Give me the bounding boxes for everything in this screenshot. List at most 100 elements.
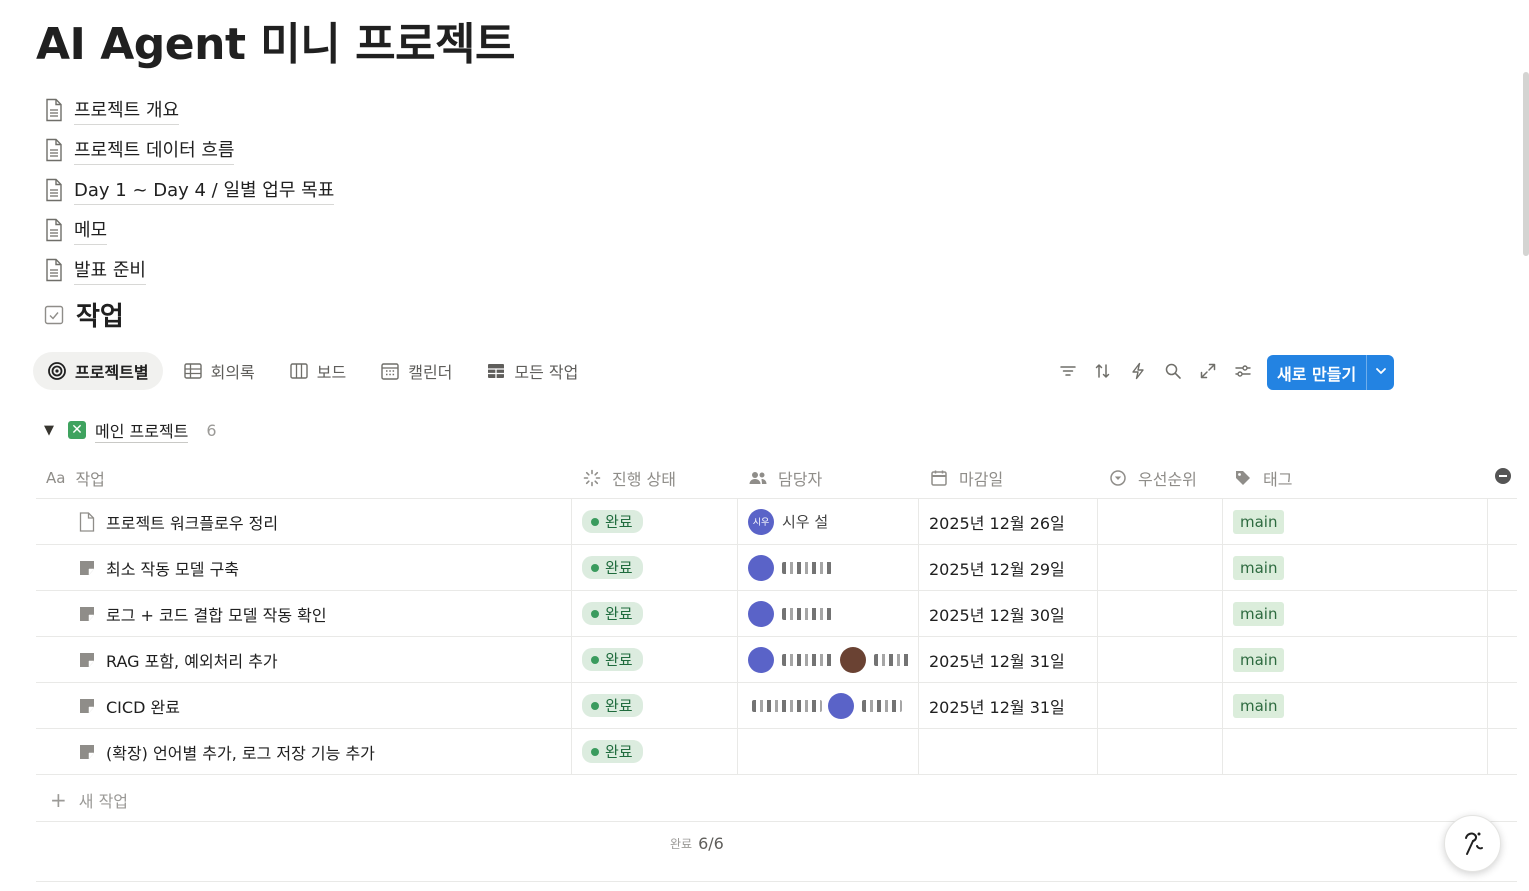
subpage-link[interactable]: 프로젝트 개요 bbox=[44, 90, 334, 130]
tab-minutes[interactable]: 회의록 bbox=[169, 352, 269, 390]
expand-button[interactable] bbox=[1190, 356, 1225, 390]
status-cell[interactable]: 완료 bbox=[572, 591, 738, 636]
task-cell[interactable]: 프로젝트 워크플로우 정리 bbox=[36, 499, 572, 544]
status-badge: 완료 bbox=[582, 648, 643, 671]
assignee-name-redacted bbox=[874, 653, 912, 666]
column-status[interactable]: 진행 상태 bbox=[572, 458, 738, 498]
status-cell[interactable]: 완료 bbox=[572, 683, 738, 728]
help-button[interactable] bbox=[1444, 815, 1501, 872]
due-date-cell[interactable]: 2025년 12월 31일 bbox=[919, 683, 1098, 728]
assignee-cell[interactable] bbox=[738, 545, 919, 590]
status-summary[interactable]: 완료 6/6 bbox=[670, 834, 724, 853]
assignee-cell[interactable]: 시우 시우 설 bbox=[738, 499, 919, 544]
task-cell[interactable]: 최소 작동 모델 구축 bbox=[36, 545, 572, 590]
note-icon bbox=[78, 558, 96, 578]
search-icon bbox=[1164, 362, 1182, 384]
tag-cell[interactable]: main bbox=[1223, 683, 1488, 728]
avatar: 시우 bbox=[748, 508, 774, 535]
assignee-name-redacted bbox=[752, 699, 822, 712]
table-row[interactable]: 프로젝트 워크플로우 정리 완료 시우 시우 설 2025년 12월 26일 m… bbox=[36, 499, 1517, 545]
tab-all-tasks[interactable]: 모든 작업 bbox=[472, 352, 592, 390]
note-icon bbox=[78, 604, 96, 624]
table-row[interactable]: RAG 포함, 예외처리 추가 완료 2025년 12월 31일 main bbox=[36, 637, 1517, 683]
due-date-cell[interactable]: 2025년 12월 31일 bbox=[919, 637, 1098, 682]
automation-button[interactable] bbox=[1120, 356, 1155, 390]
status-cell[interactable]: 완료 bbox=[572, 637, 738, 682]
new-dropdown-button[interactable] bbox=[1366, 355, 1394, 390]
assignee-cell[interactable] bbox=[738, 591, 919, 636]
priority-cell[interactable] bbox=[1098, 545, 1223, 590]
tag-cell[interactable] bbox=[1223, 729, 1488, 774]
subpage-link[interactable]: Day 1 ~ Day 4 / 일별 업무 목표 bbox=[44, 170, 335, 210]
task-title: 프로젝트 워크플로우 정리 bbox=[106, 513, 279, 533]
tab-calendar[interactable]: 캘린더 bbox=[366, 352, 466, 390]
status-cell[interactable]: 완료 bbox=[572, 729, 738, 774]
settings-button[interactable] bbox=[1225, 356, 1260, 390]
tab-board[interactable]: 보드 bbox=[275, 352, 360, 390]
due-date-cell[interactable]: 2025년 12월 29일 bbox=[919, 545, 1098, 590]
task-cell[interactable]: 로그 + 코드 결합 모델 작동 확인 bbox=[36, 591, 572, 636]
column-due-date[interactable]: 마감일 bbox=[919, 458, 1098, 498]
due-date: 2025년 12월 26일 bbox=[929, 513, 1065, 533]
new-task-button[interactable]: + 새 작업 bbox=[36, 778, 1517, 822]
checkbox-icon bbox=[44, 305, 64, 325]
collapse-triangle-icon[interactable]: ▼ bbox=[44, 423, 54, 438]
table-row[interactable]: 로그 + 코드 결합 모델 작동 확인 완료 2025년 12월 30일 mai… bbox=[36, 591, 1517, 637]
scrollbar[interactable] bbox=[1523, 72, 1529, 256]
divider bbox=[36, 881, 1517, 882]
due-date-cell[interactable]: 2025년 12월 26일 bbox=[919, 499, 1098, 544]
subpage-label: Day 1 ~ Day 4 / 일별 업무 목표 bbox=[74, 176, 335, 205]
column-tag[interactable]: 태그 bbox=[1223, 458, 1488, 498]
empty-cell bbox=[1488, 591, 1517, 636]
table-row[interactable]: (확장) 언어별 추가, 로그 저장 기능 추가 완료 bbox=[36, 729, 1517, 775]
tag-cell[interactable]: main bbox=[1223, 591, 1488, 636]
subpage-list: 프로젝트 개요 프로젝트 데이터 흐름 Day 1 ~ Day 4 / 일별 업… bbox=[44, 90, 335, 290]
minus-circle-icon bbox=[1494, 467, 1512, 489]
table-row[interactable]: CICD 완료 완료 2025년 12월 31일 main bbox=[36, 683, 1517, 729]
summary-label: 완료 bbox=[670, 837, 693, 851]
assignee-cell[interactable] bbox=[738, 637, 919, 682]
subpage-link[interactable]: 프로젝트 데이터 흐름 bbox=[44, 130, 334, 170]
target-icon bbox=[47, 361, 67, 381]
assignee-cell[interactable] bbox=[738, 729, 919, 774]
tag-cell[interactable]: main bbox=[1223, 545, 1488, 590]
due-date-cell[interactable] bbox=[919, 729, 1098, 774]
table-row[interactable]: 최소 작동 모델 구축 완료 2025년 12월 29일 main bbox=[36, 545, 1517, 591]
due-date-cell[interactable]: 2025년 12월 30일 bbox=[919, 591, 1098, 636]
tag-cell[interactable]: main bbox=[1223, 637, 1488, 682]
subpage-link[interactable]: 발표 준비 bbox=[44, 250, 334, 290]
task-cell[interactable]: RAG 포함, 예외처리 추가 bbox=[36, 637, 572, 682]
priority-cell[interactable] bbox=[1098, 729, 1223, 774]
assignee-cell[interactable] bbox=[738, 683, 919, 728]
filter-button[interactable] bbox=[1050, 356, 1085, 390]
due-date: 2025년 12월 31일 bbox=[929, 651, 1065, 671]
database-title-text: 작업 bbox=[76, 302, 124, 332]
priority-cell[interactable] bbox=[1098, 499, 1223, 544]
new-page-button[interactable]: 새로 만들기 bbox=[1267, 355, 1366, 390]
assignee-name-redacted bbox=[782, 607, 832, 620]
group-name[interactable]: 메인 프로젝트 bbox=[95, 418, 189, 443]
status-badge: 완료 bbox=[582, 556, 643, 579]
column-label: 태그 bbox=[1263, 470, 1293, 489]
board-icon bbox=[289, 361, 309, 381]
tab-by-project[interactable]: 프로젝트별 bbox=[33, 352, 163, 390]
column-priority[interactable]: 우선순위 bbox=[1098, 458, 1223, 498]
task-cell[interactable]: CICD 완료 bbox=[36, 683, 572, 728]
priority-cell[interactable] bbox=[1098, 591, 1223, 636]
task-cell[interactable]: (확장) 언어별 추가, 로그 저장 기능 추가 bbox=[36, 729, 572, 774]
subpage-link[interactable]: 메모 bbox=[44, 210, 334, 250]
sort-button[interactable] bbox=[1085, 356, 1120, 390]
add-column-button[interactable] bbox=[1488, 458, 1517, 498]
status-cell[interactable]: 완료 bbox=[572, 545, 738, 590]
priority-cell[interactable] bbox=[1098, 683, 1223, 728]
column-assignee[interactable]: 담당자 bbox=[738, 458, 919, 498]
note-icon bbox=[78, 696, 96, 716]
database-title[interactable]: 작업 bbox=[44, 296, 124, 333]
status-cell[interactable]: 완료 bbox=[572, 499, 738, 544]
column-task[interactable]: Aa 작업 bbox=[36, 458, 572, 498]
tag-icon bbox=[1233, 468, 1253, 488]
tag-cell[interactable]: main bbox=[1223, 499, 1488, 544]
priority-cell[interactable] bbox=[1098, 637, 1223, 682]
empty-cell bbox=[1488, 637, 1517, 682]
search-button[interactable] bbox=[1155, 356, 1190, 390]
